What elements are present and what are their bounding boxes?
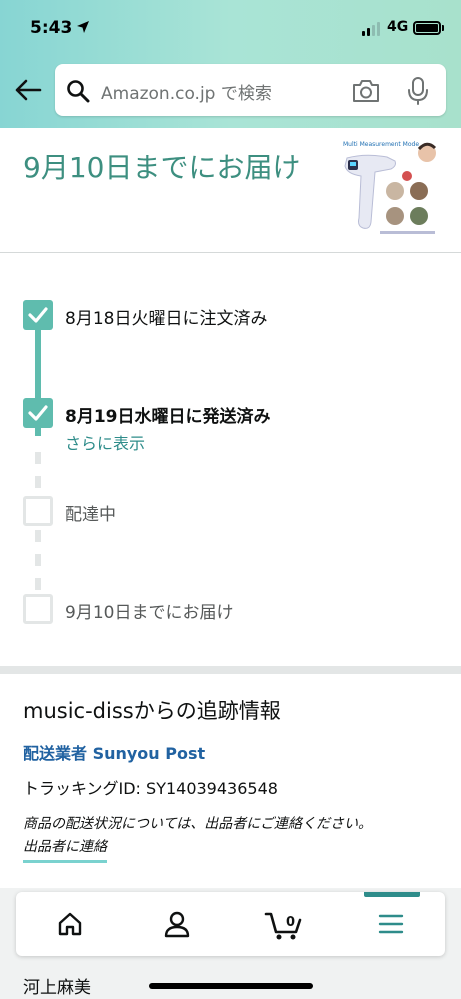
microphone-icon[interactable] xyxy=(407,76,429,106)
network-label: 4G xyxy=(387,19,409,35)
battery-icon xyxy=(413,21,441,35)
timeline-line-pending-2 xyxy=(35,530,41,590)
step-checkbox-in-transit xyxy=(23,496,53,526)
timeline-line-done xyxy=(35,328,41,404)
menu-icon xyxy=(378,914,403,934)
delivery-title-card: 9月10日までにお届け Multi Measurement Mode xyxy=(0,128,461,253)
step-checkbox-shipped xyxy=(23,398,53,428)
step-label-shipped: 8月19日水曜日に発送済み xyxy=(65,407,271,427)
nav-account[interactable] xyxy=(123,892,230,956)
home-icon xyxy=(58,912,81,936)
step-label-in-transit: 配達中 xyxy=(65,505,116,525)
search-icon xyxy=(67,80,90,103)
account-icon xyxy=(164,911,189,938)
step-label-ordered: 8月18日火曜日に注文済み xyxy=(65,309,268,329)
user-name: 河上麻美 xyxy=(23,978,91,998)
nav-menu[interactable] xyxy=(337,892,444,956)
section-divider xyxy=(0,666,461,674)
step-label-delivery: 9月10日までにお届け xyxy=(65,603,234,623)
check-icon xyxy=(28,405,48,421)
battery-tip xyxy=(442,25,444,31)
step-checkbox-delivery xyxy=(23,594,53,624)
camera-icon[interactable] xyxy=(351,78,381,104)
svg-text:Multi Measurement Mode: Multi Measurement Mode xyxy=(343,141,419,148)
app-header: 5:43 4G Amazon.co.jp で検索 xyxy=(0,0,461,128)
bottom-nav-bar: 0 xyxy=(16,892,445,956)
step-checkbox-ordered xyxy=(23,300,53,330)
check-icon xyxy=(28,307,48,323)
cart-count-badge: 0 xyxy=(285,915,296,930)
search-input[interactable]: Amazon.co.jp で検索 xyxy=(101,79,272,104)
carrier-tracking-info: music-dissからの追跡情報 配送業者 Sunyou Post トラッキン… xyxy=(0,674,461,888)
home-indicator[interactable] xyxy=(149,983,313,989)
nav-cart[interactable]: 0 xyxy=(230,892,337,956)
status-time: 5:43 xyxy=(30,18,73,38)
nav-home[interactable] xyxy=(16,892,123,956)
timeline-line-pending-1 xyxy=(35,452,41,494)
signal-icon xyxy=(362,22,380,36)
contact-seller-link[interactable]: 出品者に連絡 xyxy=(23,836,107,863)
product-thumbnail[interactable]: Multi Measurement Mode xyxy=(335,136,443,244)
tracking-info-title: music-dissからの追跡情報 xyxy=(23,699,281,723)
carrier-name: 配送業者 Sunyou Post xyxy=(23,744,206,763)
status-bar: 5:43 4G xyxy=(0,0,461,56)
tracking-id: トラッキングID: SY14039436548 xyxy=(23,779,278,798)
location-arrow-icon xyxy=(77,21,89,33)
show-more-link[interactable]: さらに表示 xyxy=(65,430,145,454)
search-bar[interactable]: Amazon.co.jp で検索 xyxy=(55,64,446,116)
tracking-timeline: 8月18日火曜日に注文済み 8月19日水曜日に発送済み さらに表示 配達中 9月… xyxy=(0,254,461,666)
seller-contact-note: 商品の配送状況については、出品者にご連絡ください。 xyxy=(23,816,373,832)
delivery-date-title: 9月10日までにお届け xyxy=(23,151,301,184)
back-arrow-icon[interactable] xyxy=(14,78,42,102)
